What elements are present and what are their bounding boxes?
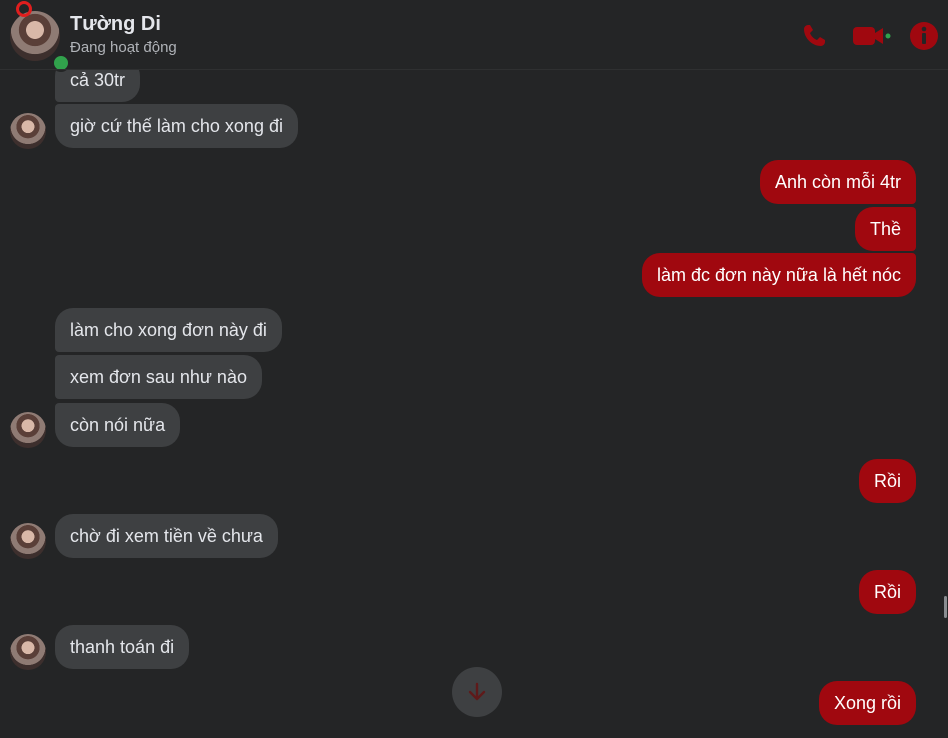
contact-name[interactable]: Tường Di <box>70 13 161 36</box>
story-ring <box>16 1 32 17</box>
message-bubble-incoming[interactable]: thanh toán đi <box>55 625 190 669</box>
message-bubble-incoming[interactable]: xem đơn sau như nào <box>55 355 262 399</box>
arrow-down-icon <box>468 682 486 701</box>
contact-avatar-large[interactable] <box>10 1 70 72</box>
video-call-icon <box>853 27 891 45</box>
scroll-to-bottom-button[interactable] <box>452 667 502 717</box>
chat-window: cả 30tr giờ cứ thế làm cho xong đi Anh c… <box>0 0 948 738</box>
video-call-button[interactable] <box>850 18 894 54</box>
message-bubble-outgoing[interactable]: Anh còn mỗi 4tr <box>759 160 916 204</box>
message-bubble-outgoing[interactable]: làm đc đơn này nữa là hết nóc <box>642 253 916 297</box>
phone-icon <box>804 25 825 46</box>
scrollbar-thumb[interactable] <box>944 596 947 618</box>
contact-avatar[interactable] <box>10 412 46 448</box>
message-bubble-outgoing[interactable]: Rồi <box>858 570 916 614</box>
contact-avatar[interactable] <box>10 113 46 149</box>
scrollbar-track[interactable] <box>943 70 948 738</box>
info-icon <box>910 22 938 50</box>
contact-avatar[interactable] <box>10 523 46 559</box>
message-bubble-incoming[interactable]: còn nói nữa <box>55 403 181 447</box>
message-bubble-incoming[interactable]: giờ cứ thế làm cho xong đi <box>55 104 298 148</box>
message-bubble-outgoing[interactable]: Rồi <box>858 459 916 503</box>
contact-status: Đang hoạt động <box>70 39 177 56</box>
voice-call-button[interactable] <box>796 18 832 54</box>
conversation-info-button[interactable] <box>906 18 942 54</box>
message-bubble-outgoing[interactable]: Thề <box>854 207 916 251</box>
message-bubble-incoming[interactable]: chờ đi xem tiền về chưa <box>55 514 278 558</box>
header-divider <box>0 69 948 70</box>
chat-header: Tường Di Đang hoạt động <box>0 0 948 72</box>
message-bubble-outgoing[interactable]: Xong rồi <box>818 681 916 725</box>
contact-avatar[interactable] <box>10 634 46 670</box>
message-bubble-incoming[interactable]: làm cho xong đơn này đi <box>55 308 282 352</box>
